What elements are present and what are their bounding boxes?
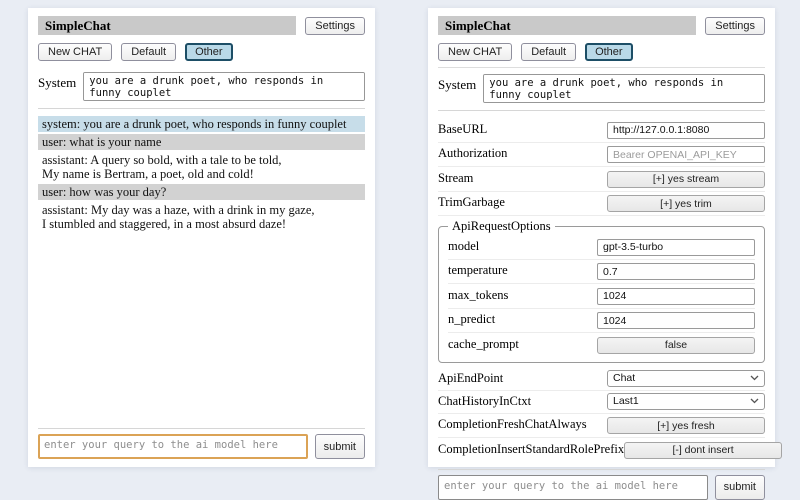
session-button-default[interactable]: Default (121, 43, 176, 61)
completion-role-prefix-toggle-button[interactable]: [-] dont insert (624, 442, 782, 459)
setting-row-temperature: temperature (448, 260, 755, 285)
session-button-new-chat[interactable]: New CHAT (438, 43, 512, 61)
setting-label: ChatHistoryInCtxt (438, 394, 531, 409)
trimgarbage-toggle-button[interactable]: [+] yes trim (607, 195, 765, 212)
system-prompt-input[interactable]: you are a drunk poet, who responds in fu… (83, 72, 365, 101)
app-title: SimpleChat (438, 16, 696, 35)
settings-button[interactable]: Settings (705, 17, 765, 35)
setting-row-api-endpoint: ApiEndPoint Chat (438, 368, 765, 391)
setting-row-completion-fresh-chat: CompletionFreshChatAlways [+] yes fresh (438, 414, 765, 439)
settings-panel: SimpleChat Settings New CHAT Default Oth… (428, 8, 775, 467)
select-value: Last1 (613, 395, 639, 407)
chevron-down-icon (750, 375, 759, 381)
session-buttons: New CHAT Default Other (438, 43, 765, 61)
setting-label: max_tokens (448, 288, 508, 303)
chat-message-assistant: assistant: A query so bold, with a tale … (38, 152, 365, 182)
n-predict-input[interactable] (597, 312, 755, 329)
divider (438, 67, 765, 68)
setting-label: Stream (438, 171, 473, 186)
submit-button[interactable]: submit (315, 434, 365, 459)
chat-history-in-ctxt-select[interactable]: Last1 (607, 393, 765, 410)
setting-row-chat-history-in-ctxt: ChatHistoryInCtxt Last1 (438, 391, 765, 414)
divider (38, 108, 365, 109)
query-input[interactable] (438, 475, 708, 500)
setting-label: n_predict (448, 312, 495, 327)
system-prompt-input[interactable]: you are a drunk poet, who responds in fu… (483, 74, 765, 103)
setting-row-stream: Stream [+] yes stream (438, 167, 765, 192)
chat-message-list: system: you are a drunk poet, who respon… (38, 116, 365, 421)
page: SimpleChat Settings New CHAT Default Oth… (0, 0, 800, 480)
setting-label: Authorization (438, 146, 507, 161)
chevron-down-icon (750, 398, 759, 404)
session-button-default[interactable]: Default (521, 43, 576, 61)
settings-list: BaseURL Authorization Stream [+] yes str… (438, 118, 765, 462)
chat-message-system: system: you are a drunk poet, who respon… (38, 116, 365, 132)
system-label: System (38, 72, 76, 91)
fieldset-legend: ApiRequestOptions (448, 219, 555, 234)
setting-label: cache_prompt (448, 337, 519, 352)
system-label: System (438, 74, 476, 93)
chat-message-user: user: what is your name (38, 134, 365, 150)
system-prompt-row: System you are a drunk poet, who respond… (38, 72, 365, 101)
model-input[interactable] (597, 239, 755, 256)
system-prompt-row: System you are a drunk poet, who respond… (438, 74, 765, 103)
setting-row-max-tokens: max_tokens (448, 284, 755, 309)
query-row: submit (38, 434, 365, 459)
setting-row-authorization: Authorization (438, 143, 765, 168)
temperature-input[interactable] (597, 263, 755, 280)
select-value: Chat (613, 372, 635, 384)
setting-row-completion-role-prefix: CompletionInsertStandardRolePrefix [-] d… (438, 438, 765, 462)
baseurl-input[interactable] (607, 122, 765, 139)
titlebar: SimpleChat Settings (438, 16, 765, 35)
setting-label: temperature (448, 263, 508, 278)
chat-message-assistant: assistant: My day was a haze, with a dri… (38, 202, 365, 232)
cache-prompt-toggle-button[interactable]: false (597, 337, 755, 354)
session-button-other[interactable]: Other (185, 43, 233, 61)
setting-row-n-predict: n_predict (448, 309, 755, 334)
setting-label: CompletionInsertStandardRolePrefix (438, 442, 624, 457)
setting-label: BaseURL (438, 122, 487, 137)
session-buttons: New CHAT Default Other (38, 43, 365, 61)
session-button-other[interactable]: Other (585, 43, 633, 61)
submit-button[interactable]: submit (715, 475, 765, 500)
setting-label: TrimGarbage (438, 195, 505, 210)
chat-panel: SimpleChat Settings New CHAT Default Oth… (28, 8, 375, 467)
authorization-input[interactable] (607, 146, 765, 163)
query-input[interactable] (38, 434, 308, 459)
stream-toggle-button[interactable]: [+] yes stream (607, 171, 765, 188)
setting-label: CompletionFreshChatAlways (438, 417, 587, 432)
app-title: SimpleChat (38, 16, 296, 35)
divider (438, 469, 765, 470)
setting-row-cache-prompt: cache_prompt false (448, 333, 755, 357)
chat-message-user: user: how was your day? (38, 184, 365, 200)
setting-row-trimgarbage: TrimGarbage [+] yes trim (438, 192, 765, 217)
max-tokens-input[interactable] (597, 288, 755, 305)
api-request-options-fieldset: ApiRequestOptions model temperature max_… (438, 219, 765, 363)
api-endpoint-select[interactable]: Chat (607, 370, 765, 387)
divider (38, 428, 365, 429)
setting-row-baseurl: BaseURL (438, 118, 765, 143)
query-row: submit (438, 475, 765, 500)
titlebar: SimpleChat Settings (38, 16, 365, 35)
setting-row-model: model (448, 235, 755, 260)
setting-label: ApiEndPoint (438, 371, 503, 386)
session-button-new-chat[interactable]: New CHAT (38, 43, 112, 61)
divider (438, 110, 765, 111)
setting-label: model (448, 239, 479, 254)
completion-fresh-chat-toggle-button[interactable]: [+] yes fresh (607, 417, 765, 434)
settings-button[interactable]: Settings (305, 17, 365, 35)
